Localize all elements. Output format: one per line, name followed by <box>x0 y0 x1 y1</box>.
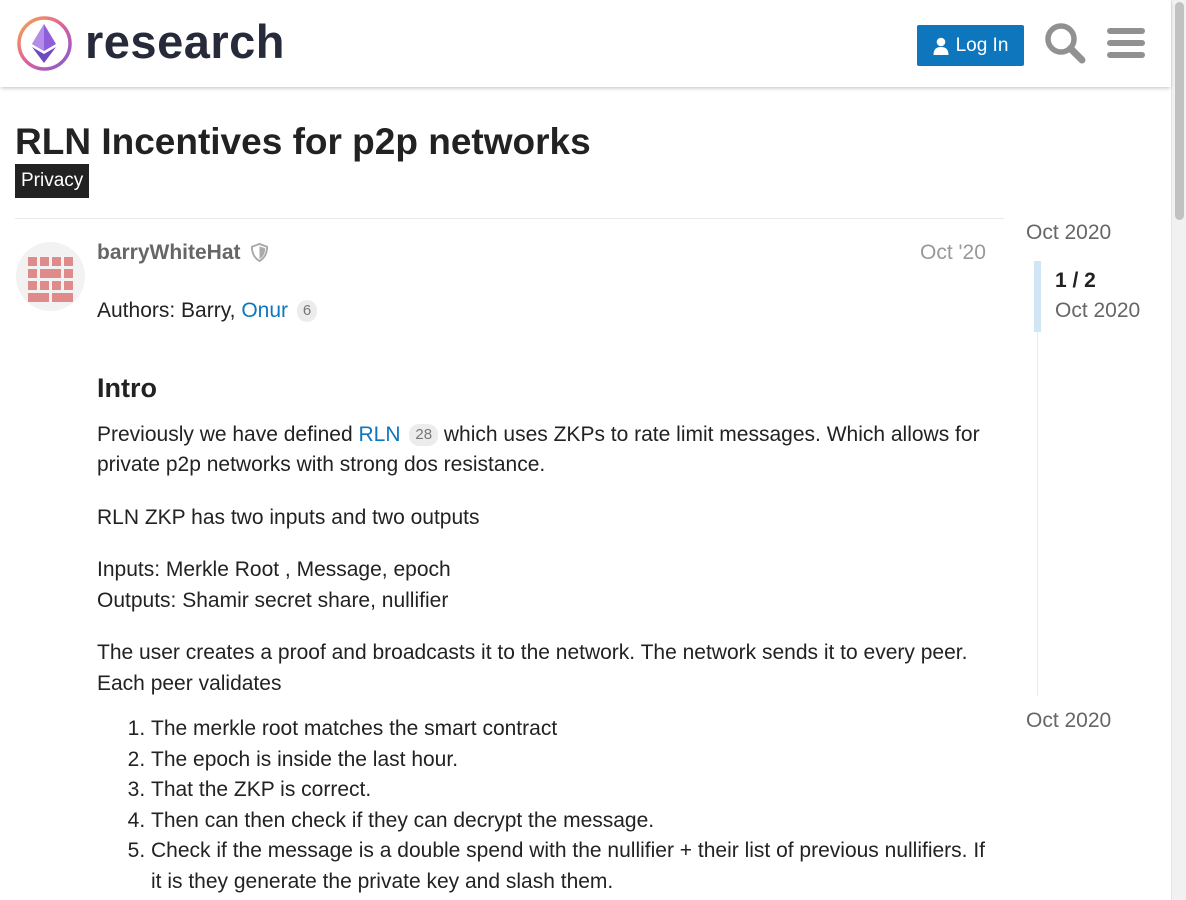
author-link-onur[interactable]: Onur <box>241 299 288 322</box>
category-badge[interactable]: Privacy <box>15 164 90 198</box>
login-button[interactable]: Log In <box>917 25 1024 66</box>
section-heading-intro: Intro <box>97 372 157 403</box>
user-icon <box>933 37 949 55</box>
authors-prefix: Authors: Barry, <box>97 299 236 322</box>
rln-link[interactable]: RLN <box>359 423 401 446</box>
ethereum-research-logo-icon <box>17 16 72 71</box>
site-logo-text: research <box>85 15 285 68</box>
authors-line: Authors: Barry, Onur 6 <box>97 296 992 327</box>
search-icon[interactable] <box>1044 22 1086 64</box>
link-click-count: 6 <box>296 300 318 322</box>
list-item: Check if the message is a double spend w… <box>151 836 992 897</box>
broadcast-paragraph: The user creates a proof and broadcasts … <box>97 641 968 695</box>
timeline-start-date[interactable]: Oct 2020 <box>1026 221 1111 245</box>
outputs-line: Outputs: Shamir secret share, nullifier <box>97 588 449 612</box>
list-item: Then can then check if they can decrypt … <box>151 806 992 837</box>
post-date[interactable]: Oct '20 <box>920 241 986 265</box>
scrollbar-thumb[interactable] <box>1175 2 1184 220</box>
intro-prefix: Previously we have defined <box>97 422 353 446</box>
site-logo[interactable]: research <box>16 15 285 72</box>
moderator-shield-icon <box>250 243 269 262</box>
post-author-username[interactable]: barryWhiteHat <box>97 241 241 265</box>
intro-paragraph: Previously we have defined RLN 28 which … <box>97 420 992 481</box>
list-item: The epoch is inside the last hour. <box>151 745 992 776</box>
topic-title[interactable]: RLN Incentives for p2p networks <box>15 121 591 163</box>
inputs-outputs-block: Inputs: Merkle Root , Message, epoch Out… <box>97 555 992 616</box>
avatar[interactable] <box>16 242 85 311</box>
timeline-scroller-handle[interactable] <box>1034 261 1041 332</box>
title-divider <box>15 218 1004 219</box>
post-body: Authors: Barry, Onur 6 Intro Previously … <box>97 296 992 897</box>
link-click-count: 28 <box>409 423 439 446</box>
login-button-label: Log In <box>955 34 1009 56</box>
hamburger-menu-icon[interactable] <box>1105 22 1147 64</box>
inputs-outputs-summary: RLN ZKP has two inputs and two outputs <box>97 505 480 529</box>
page-scrollbar[interactable] <box>1171 0 1186 900</box>
timeline-current-date: Oct 2020 <box>1055 299 1141 322</box>
site-header: research Log In <box>0 0 1171 87</box>
list-item: The merkle root matches the smart contra… <box>151 714 992 745</box>
timeline-end-date[interactable]: Oct 2020 <box>1026 709 1111 733</box>
list-item: That the ZKP is correct. <box>151 775 992 806</box>
validation-steps-list: The merkle root matches the smart contra… <box>151 714 992 897</box>
timeline-post-position: 1 / 2 <box>1055 269 1096 292</box>
avatar-identicon-icon <box>28 257 73 302</box>
inputs-line: Inputs: Merkle Root , Message, epoch <box>97 558 451 581</box>
